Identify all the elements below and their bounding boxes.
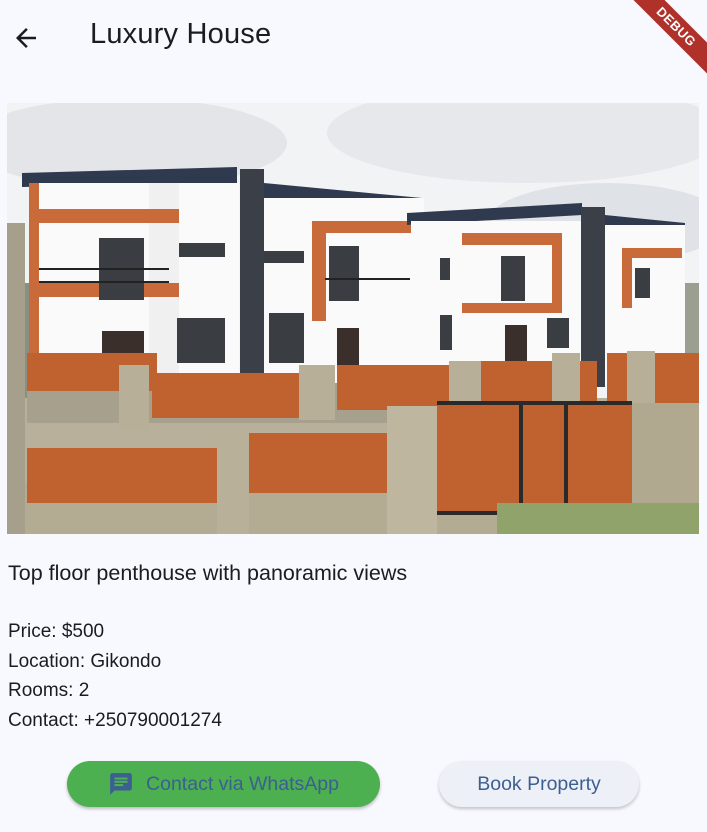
rooms-text: Rooms: 2 [8, 680, 90, 701]
contact-whatsapp-button[interactable]: Contact via WhatsApp [67, 761, 380, 807]
arrow-back-icon [16, 28, 36, 48]
property-details: Price: $500 Location: Gikondo Rooms: 2 C… [8, 617, 222, 735]
chat-bubble-icon [108, 771, 134, 797]
property-detail-screen: Luxury House DEBUG Top floor penthouse w… [0, 0, 707, 832]
contact-text: Contact: +250790001274 [8, 709, 222, 731]
property-description: Top floor penthouse with panoramic views [8, 561, 408, 585]
location-text: Location: Gikondo [8, 650, 162, 672]
page-title: Luxury House [90, 18, 272, 50]
app-bar: Luxury House [0, 0, 707, 78]
property-image [7, 103, 699, 534]
book-property-button[interactable]: Book Property [439, 761, 639, 807]
whatsapp-button-label: Contact via WhatsApp [146, 772, 339, 795]
price-text: Price: $500 [8, 621, 105, 642]
book-button-label: Book Property [477, 772, 601, 795]
house-photo [7, 103, 699, 534]
back-button[interactable] [4, 14, 48, 62]
